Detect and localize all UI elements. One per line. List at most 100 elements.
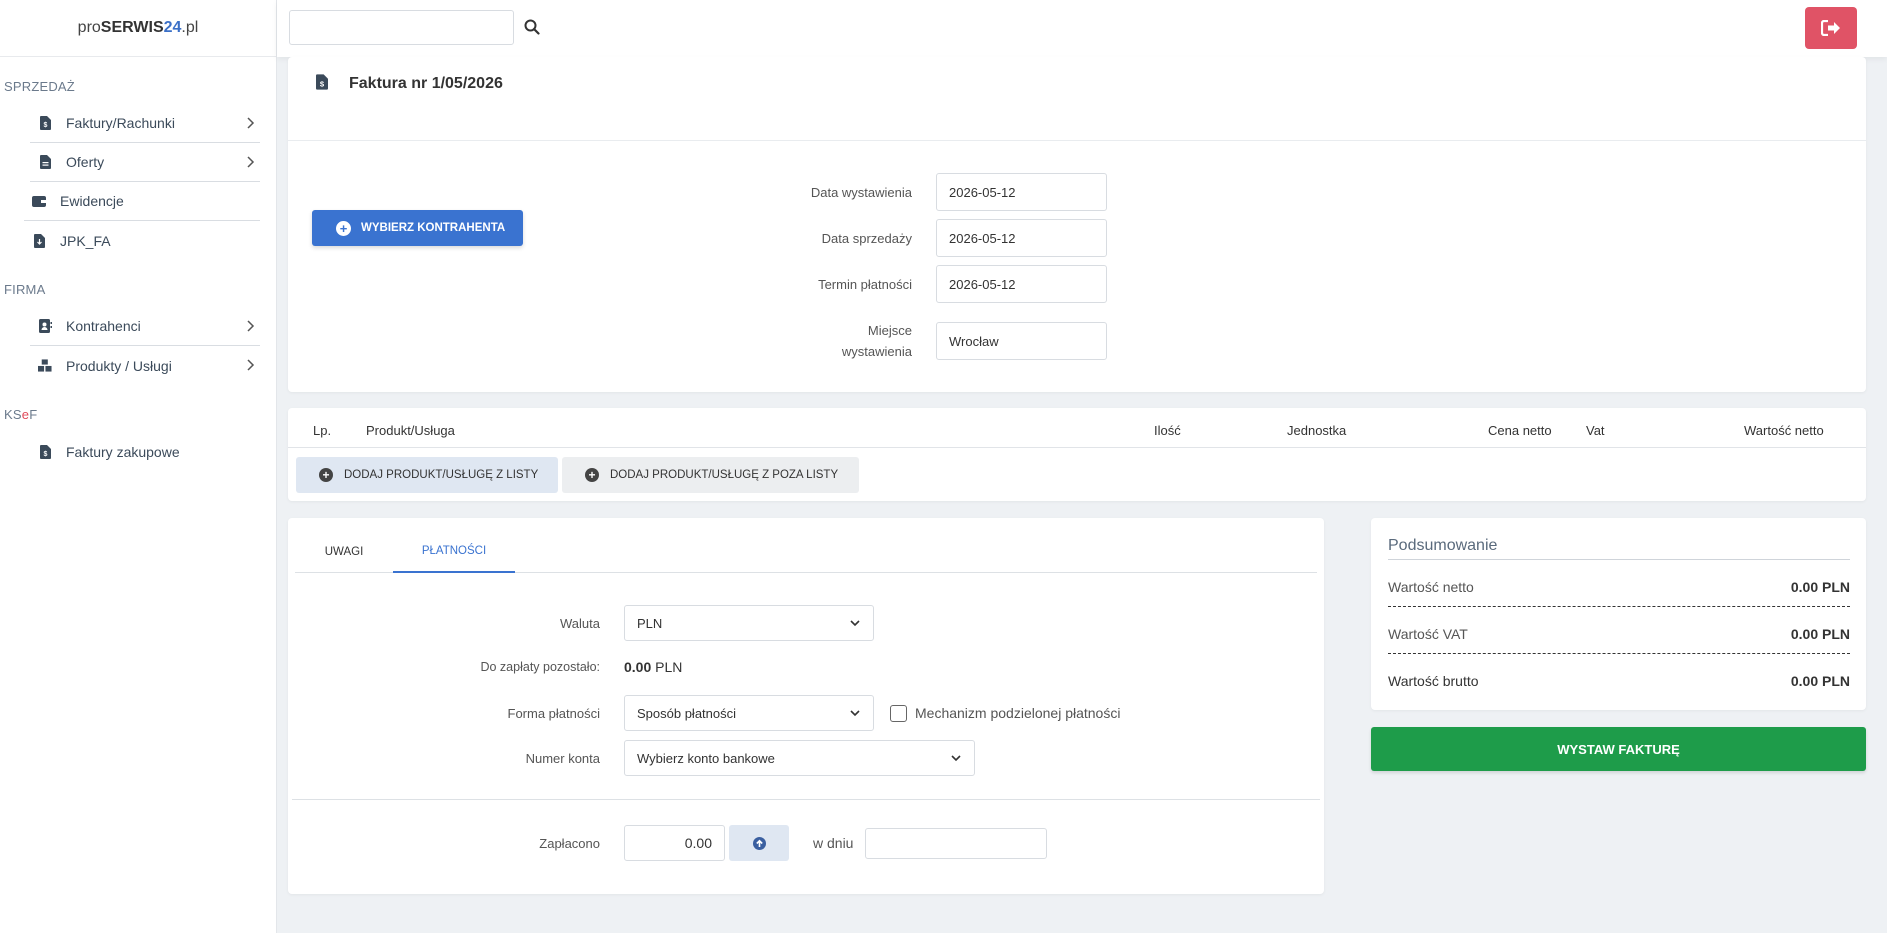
summary-title: Podsumowanie	[1388, 537, 1498, 554]
split-payment-label: Mechanizm podzielonej płatności	[915, 705, 1121, 721]
arrow-up-circle-icon	[752, 836, 766, 850]
sidebar-item-faktury[interactable]: $ Faktury/Rachunki	[30, 104, 260, 143]
chevron-right-icon	[247, 320, 255, 332]
boxes-icon	[38, 359, 52, 373]
sale-date-label: Data sprzedaży	[821, 230, 912, 246]
payment-method-row: Forma płatności Sposób płatności Mechani…	[288, 695, 1120, 731]
paid-label: Zapłacono	[539, 835, 600, 851]
tab-payments[interactable]: PŁATNOŚCI	[393, 530, 515, 573]
file-invoice-icon: $	[38, 116, 52, 130]
paid-date-input[interactable]	[865, 827, 1048, 859]
sidebar-item-label: Oferty	[66, 154, 105, 170]
payment-method-label: Forma płatności	[507, 705, 600, 721]
plus-circle-icon: +	[336, 220, 351, 236]
sidebar-section-sprzedaz: SPRZEDAŻ	[4, 79, 75, 94]
issue-invoice-button[interactable]: WYSTAW FAKTURĘ	[1371, 727, 1866, 771]
plus-circle-icon: +	[319, 468, 333, 482]
add-product-from-list-button[interactable]: + DODAJ PRODUKT/USŁUGĘ Z LISTY	[296, 457, 558, 493]
sidebar-item-kontrahenci[interactable]: Kontrahenci	[30, 307, 260, 346]
on-day-label: w dniu	[813, 835, 854, 851]
sidebar-section-firma: FIRMA	[4, 282, 46, 297]
account-select[interactable]: Wybierz konto bankowe	[624, 740, 975, 776]
sidebar-item-faktury-zakupowe[interactable]: $ Faktury zakupowe	[30, 432, 260, 471]
issue-date-input[interactable]	[936, 173, 1107, 211]
payment-method-select[interactable]: Sposób płatności	[624, 695, 874, 731]
summary-gross-row: Wartość brutto 0.00 PLN	[1388, 673, 1850, 689]
file-invoice-icon: $	[316, 74, 328, 93]
pick-contractor-label: WYBIERZ KONTRAHENTA	[361, 222, 506, 234]
sidebar-item-ewidencje[interactable]: Ewidencje	[24, 182, 260, 221]
sidebar-item-oferty[interactable]: Oferty	[30, 143, 260, 182]
paid-amount-input[interactable]	[624, 825, 725, 861]
sidebar-item-label: Ewidencje	[60, 193, 124, 209]
currency-select[interactable]: PLN	[624, 605, 874, 641]
issue-date-label: Data wystawienia	[810, 184, 912, 200]
account-label: Numer konta	[525, 750, 600, 766]
divider	[1388, 559, 1850, 560]
divider	[1388, 653, 1850, 654]
sidebar-item-jpk-fa[interactable]: JPK_FA	[24, 221, 260, 260]
sidebar-item-label: JPK_FA	[60, 232, 111, 249]
due-date-input[interactable]	[936, 265, 1107, 303]
brand-num: 24	[163, 19, 182, 36]
divider	[292, 799, 1320, 800]
col-unit: Jednostka	[1287, 423, 1347, 438]
logout-button[interactable]	[1805, 7, 1857, 49]
summary-vat-row: Wartość VAT 0.00 PLN	[1388, 626, 1850, 642]
account-row: Numer konta Wybierz konto bankowe	[288, 740, 975, 776]
sale-date-input[interactable]	[936, 219, 1107, 257]
summary-net-row: Wartość netto 0.00 PLN	[1388, 579, 1850, 595]
currency-label: Waluta	[560, 615, 600, 631]
tab-notes[interactable]: UWAGI	[295, 530, 393, 573]
place-label: Miejsce wystawienia	[841, 323, 912, 359]
add-product-outside-list-button[interactable]: + DODAJ PRODUKT/USŁUGĘ Z POZA LISTY	[562, 457, 859, 493]
pay-full-button[interactable]	[729, 825, 789, 861]
page-title: Faktura nr 1/05/2026	[349, 75, 503, 92]
place-input[interactable]	[936, 322, 1107, 360]
invoice-card: $ Faktura nr 1/05/2026 + WYBIERZ KONTRAH…	[288, 57, 1866, 392]
file-download-icon	[32, 233, 46, 248]
sign-out-icon	[1821, 20, 1840, 36]
col-lp: Lp.	[313, 423, 332, 438]
due-date-label: Termin płatności	[818, 276, 912, 292]
divider	[1388, 606, 1850, 607]
items-card: Lp. Produkt/Usługa Ilość Jednostka Cena …	[288, 408, 1866, 501]
currency-row: Waluta PLN	[288, 605, 874, 641]
summary-vat-label: Wartość VAT	[1388, 626, 1468, 642]
address-book-icon	[38, 319, 52, 333]
split-payment-checkbox[interactable]	[890, 704, 907, 722]
col-net-value: Wartość netto	[1744, 423, 1824, 438]
brand-logo[interactable]: pro SERWIS 24 .pl	[0, 0, 276, 57]
sidebar-section-ksef: KSeF	[4, 407, 38, 422]
search-icon[interactable]	[521, 16, 543, 38]
due-date-row: Termin płatności	[788, 265, 1107, 303]
tabs: UWAGI PŁATNOŚCI	[295, 530, 1317, 573]
sidebar-item-produkty[interactable]: Produkty / Usługi	[30, 346, 260, 385]
summary-gross-label: Wartość brutto	[1388, 673, 1479, 689]
summary-net-value: 0.00 PLN	[1790, 579, 1850, 595]
sidebar: pro SERWIS 24 .pl SPRZEDAŻ $ Faktury/Rachun…	[0, 0, 277, 933]
brand-bold: SERWIS	[100, 19, 164, 36]
chevron-down-icon	[850, 620, 860, 627]
file-icon	[38, 155, 52, 169]
topbar	[277, 0, 1887, 57]
place-row: Miejsce wystawienia	[788, 320, 1107, 362]
svg-text:$: $	[320, 79, 325, 88]
remaining-label: Do zapłaty pozostało:	[480, 660, 600, 674]
sidebar-item-label: Faktury/Rachunki	[66, 115, 175, 131]
issue-date-row: Data wystawienia	[788, 173, 1107, 211]
sidebar-item-label: Produkty / Usługi	[66, 357, 172, 374]
search-input[interactable]	[289, 10, 514, 45]
items-table-header: Lp. Produkt/Usługa Ilość Jednostka Cena …	[288, 408, 1866, 448]
pick-contractor-button[interactable]: + WYBIERZ KONTRAHENTA	[312, 210, 523, 246]
plus-circle-icon: +	[585, 468, 599, 482]
sidebar-item-label: Faktury zakupowe	[66, 443, 180, 460]
svg-text:$: $	[43, 122, 47, 129]
col-net-price: Cena netto	[1488, 423, 1552, 438]
summary-gross-value: 0.00 PLN	[1790, 673, 1850, 689]
chevron-down-icon	[951, 755, 961, 762]
paid-row: Zapłacono w dniu	[288, 825, 1048, 861]
chevron-down-icon	[850, 710, 860, 717]
file-invoice-icon: $	[38, 444, 52, 459]
summary-vat-value: 0.00 PLN	[1790, 626, 1850, 642]
